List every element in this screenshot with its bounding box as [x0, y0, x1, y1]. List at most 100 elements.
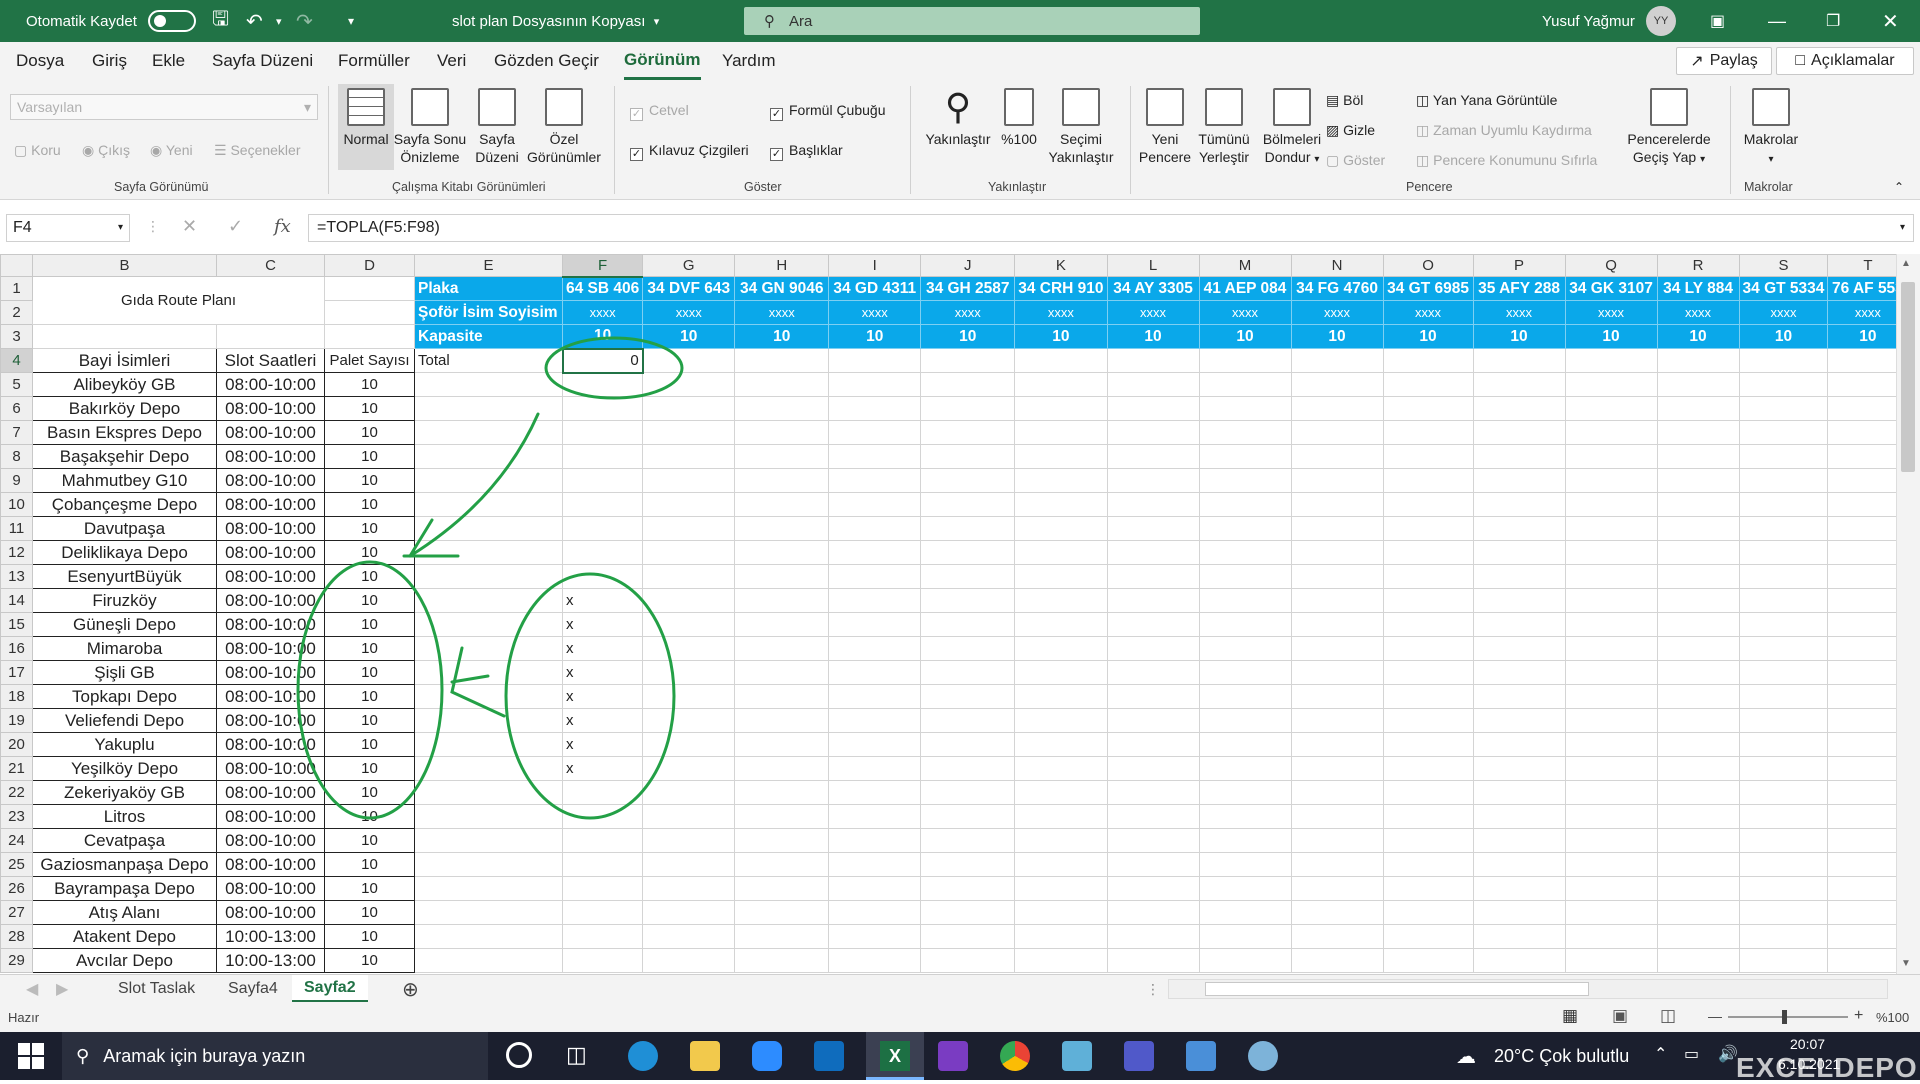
cell[interactable]	[414, 948, 563, 973]
avatar[interactable]: YY	[1646, 6, 1676, 36]
cell[interactable]	[1382, 756, 1474, 781]
slot-time[interactable]: 08:00-10:00	[216, 516, 325, 541]
cell[interactable]	[1014, 468, 1108, 493]
cell[interactable]	[1014, 756, 1108, 781]
cell[interactable]	[1472, 684, 1566, 709]
slot-time[interactable]: 08:00-10:00	[216, 756, 325, 781]
chrome-icon[interactable]	[1000, 1041, 1030, 1071]
cell[interactable]	[1564, 708, 1658, 733]
cell[interactable]	[1198, 420, 1292, 445]
slot-time[interactable]: 08:00-10:00	[216, 876, 325, 901]
cell[interactable]	[1564, 444, 1658, 469]
cell[interactable]	[1564, 540, 1658, 565]
cell[interactable]	[1198, 516, 1292, 541]
plate-cell[interactable]: 34 GH 2587	[920, 276, 1016, 301]
mark-cell[interactable]: x	[561, 708, 644, 733]
cell[interactable]	[920, 660, 1016, 685]
restore-icon[interactable]: ❐	[1826, 0, 1840, 42]
cell[interactable]	[1738, 516, 1829, 541]
cell[interactable]	[414, 588, 563, 613]
reset-window-button[interactable]: ◫ Pencere Konumunu Sıfırla	[1416, 152, 1597, 169]
cell[interactable]	[920, 516, 1016, 541]
cell[interactable]	[828, 492, 922, 517]
cancel-icon[interactable]: ✕	[182, 216, 197, 237]
column-header[interactable]: R	[1656, 254, 1740, 277]
zoom-app-icon[interactable]	[752, 1041, 782, 1071]
mark-cell[interactable]: x	[561, 660, 644, 685]
cell[interactable]	[1382, 780, 1474, 805]
cell[interactable]	[1382, 468, 1474, 493]
row-header[interactable]: 12	[0, 540, 33, 565]
cell[interactable]	[1656, 492, 1740, 517]
cell[interactable]	[1472, 900, 1566, 925]
cell[interactable]	[1106, 924, 1200, 949]
cell[interactable]	[734, 900, 830, 925]
sync-scroll-button[interactable]: ◫ Zaman Uyumlu Kaydırma	[1416, 122, 1592, 139]
cell[interactable]	[414, 684, 563, 709]
cell[interactable]	[828, 444, 922, 469]
cell[interactable]	[1738, 828, 1829, 853]
column-header[interactable]: M	[1198, 254, 1292, 277]
cell[interactable]	[414, 612, 563, 637]
capacity-cell[interactable]: 10	[561, 324, 644, 349]
dealer-name[interactable]: Mimaroba	[32, 636, 217, 661]
cell[interactable]	[1198, 348, 1292, 373]
cell[interactable]	[1290, 660, 1384, 685]
row-header[interactable]: 19	[0, 708, 33, 733]
edge-icon[interactable]	[628, 1041, 658, 1071]
cell[interactable]	[734, 732, 830, 757]
cell[interactable]	[828, 348, 922, 373]
slot-time[interactable]: 08:00-10:00	[216, 636, 325, 661]
cell[interactable]	[1564, 780, 1658, 805]
pallet-count[interactable]: 10	[324, 732, 415, 757]
slot-time[interactable]: 08:00-10:00	[216, 804, 325, 829]
cell[interactable]	[1106, 732, 1200, 757]
cell[interactable]	[1472, 540, 1566, 565]
dealer-name[interactable]: Davutpaşa	[32, 516, 217, 541]
cell[interactable]	[1014, 780, 1108, 805]
cell[interactable]	[734, 468, 830, 493]
cell[interactable]	[1106, 372, 1200, 397]
normal-view-button[interactable]: Normal	[338, 84, 394, 170]
paint-icon[interactable]	[1248, 1041, 1278, 1071]
pallet-count[interactable]: 10	[324, 948, 415, 973]
options-button[interactable]: ☰ Seçenekler	[214, 142, 301, 159]
cell[interactable]	[734, 756, 830, 781]
slot-time[interactable]: 08:00-10:00	[216, 372, 325, 397]
cell[interactable]	[828, 372, 922, 397]
ribbon-display-icon[interactable]: ▣	[1710, 0, 1725, 42]
slot-time[interactable]: 08:00-10:00	[216, 420, 325, 445]
cell[interactable]	[1738, 348, 1829, 373]
split-button[interactable]: ▤ Böl	[1326, 92, 1363, 109]
tab-ekle[interactable]: Ekle	[152, 42, 185, 80]
slot-time[interactable]: 08:00-10:00	[216, 396, 325, 421]
cell[interactable]	[734, 852, 830, 877]
column-header[interactable]: N	[1290, 254, 1384, 277]
cell[interactable]	[1198, 708, 1292, 733]
row-header[interactable]: 8	[0, 444, 33, 469]
zoom-selection-button[interactable]: Seçimi Yakınlaştır	[1042, 88, 1120, 166]
cell[interactable]	[642, 516, 736, 541]
cell[interactable]	[1382, 948, 1474, 973]
prev-sheet-icon[interactable]: ◀	[26, 975, 38, 1003]
cell[interactable]	[642, 708, 736, 733]
tab-dosya[interactable]: Dosya	[16, 42, 64, 80]
cell[interactable]	[324, 324, 415, 349]
dealer-name[interactable]: Bayrampaşa Depo	[32, 876, 217, 901]
driver-cell[interactable]: xxxx	[642, 300, 736, 325]
cell[interactable]	[828, 948, 922, 973]
cell[interactable]	[1382, 348, 1474, 373]
zoom-level[interactable]: %100	[1876, 1010, 1909, 1025]
cell[interactable]	[1382, 588, 1474, 613]
cell[interactable]	[1106, 564, 1200, 589]
mark-cell[interactable]	[561, 540, 644, 565]
cell[interactable]	[642, 564, 736, 589]
cell[interactable]	[414, 924, 563, 949]
mark-cell[interactable]: x	[561, 732, 644, 757]
cell[interactable]	[1014, 372, 1108, 397]
zoom-slider[interactable]	[1728, 1010, 1848, 1024]
cell[interactable]	[1198, 876, 1292, 901]
cell[interactable]	[1198, 660, 1292, 685]
row-header[interactable]: 22	[0, 780, 33, 805]
cell[interactable]	[1738, 732, 1829, 757]
